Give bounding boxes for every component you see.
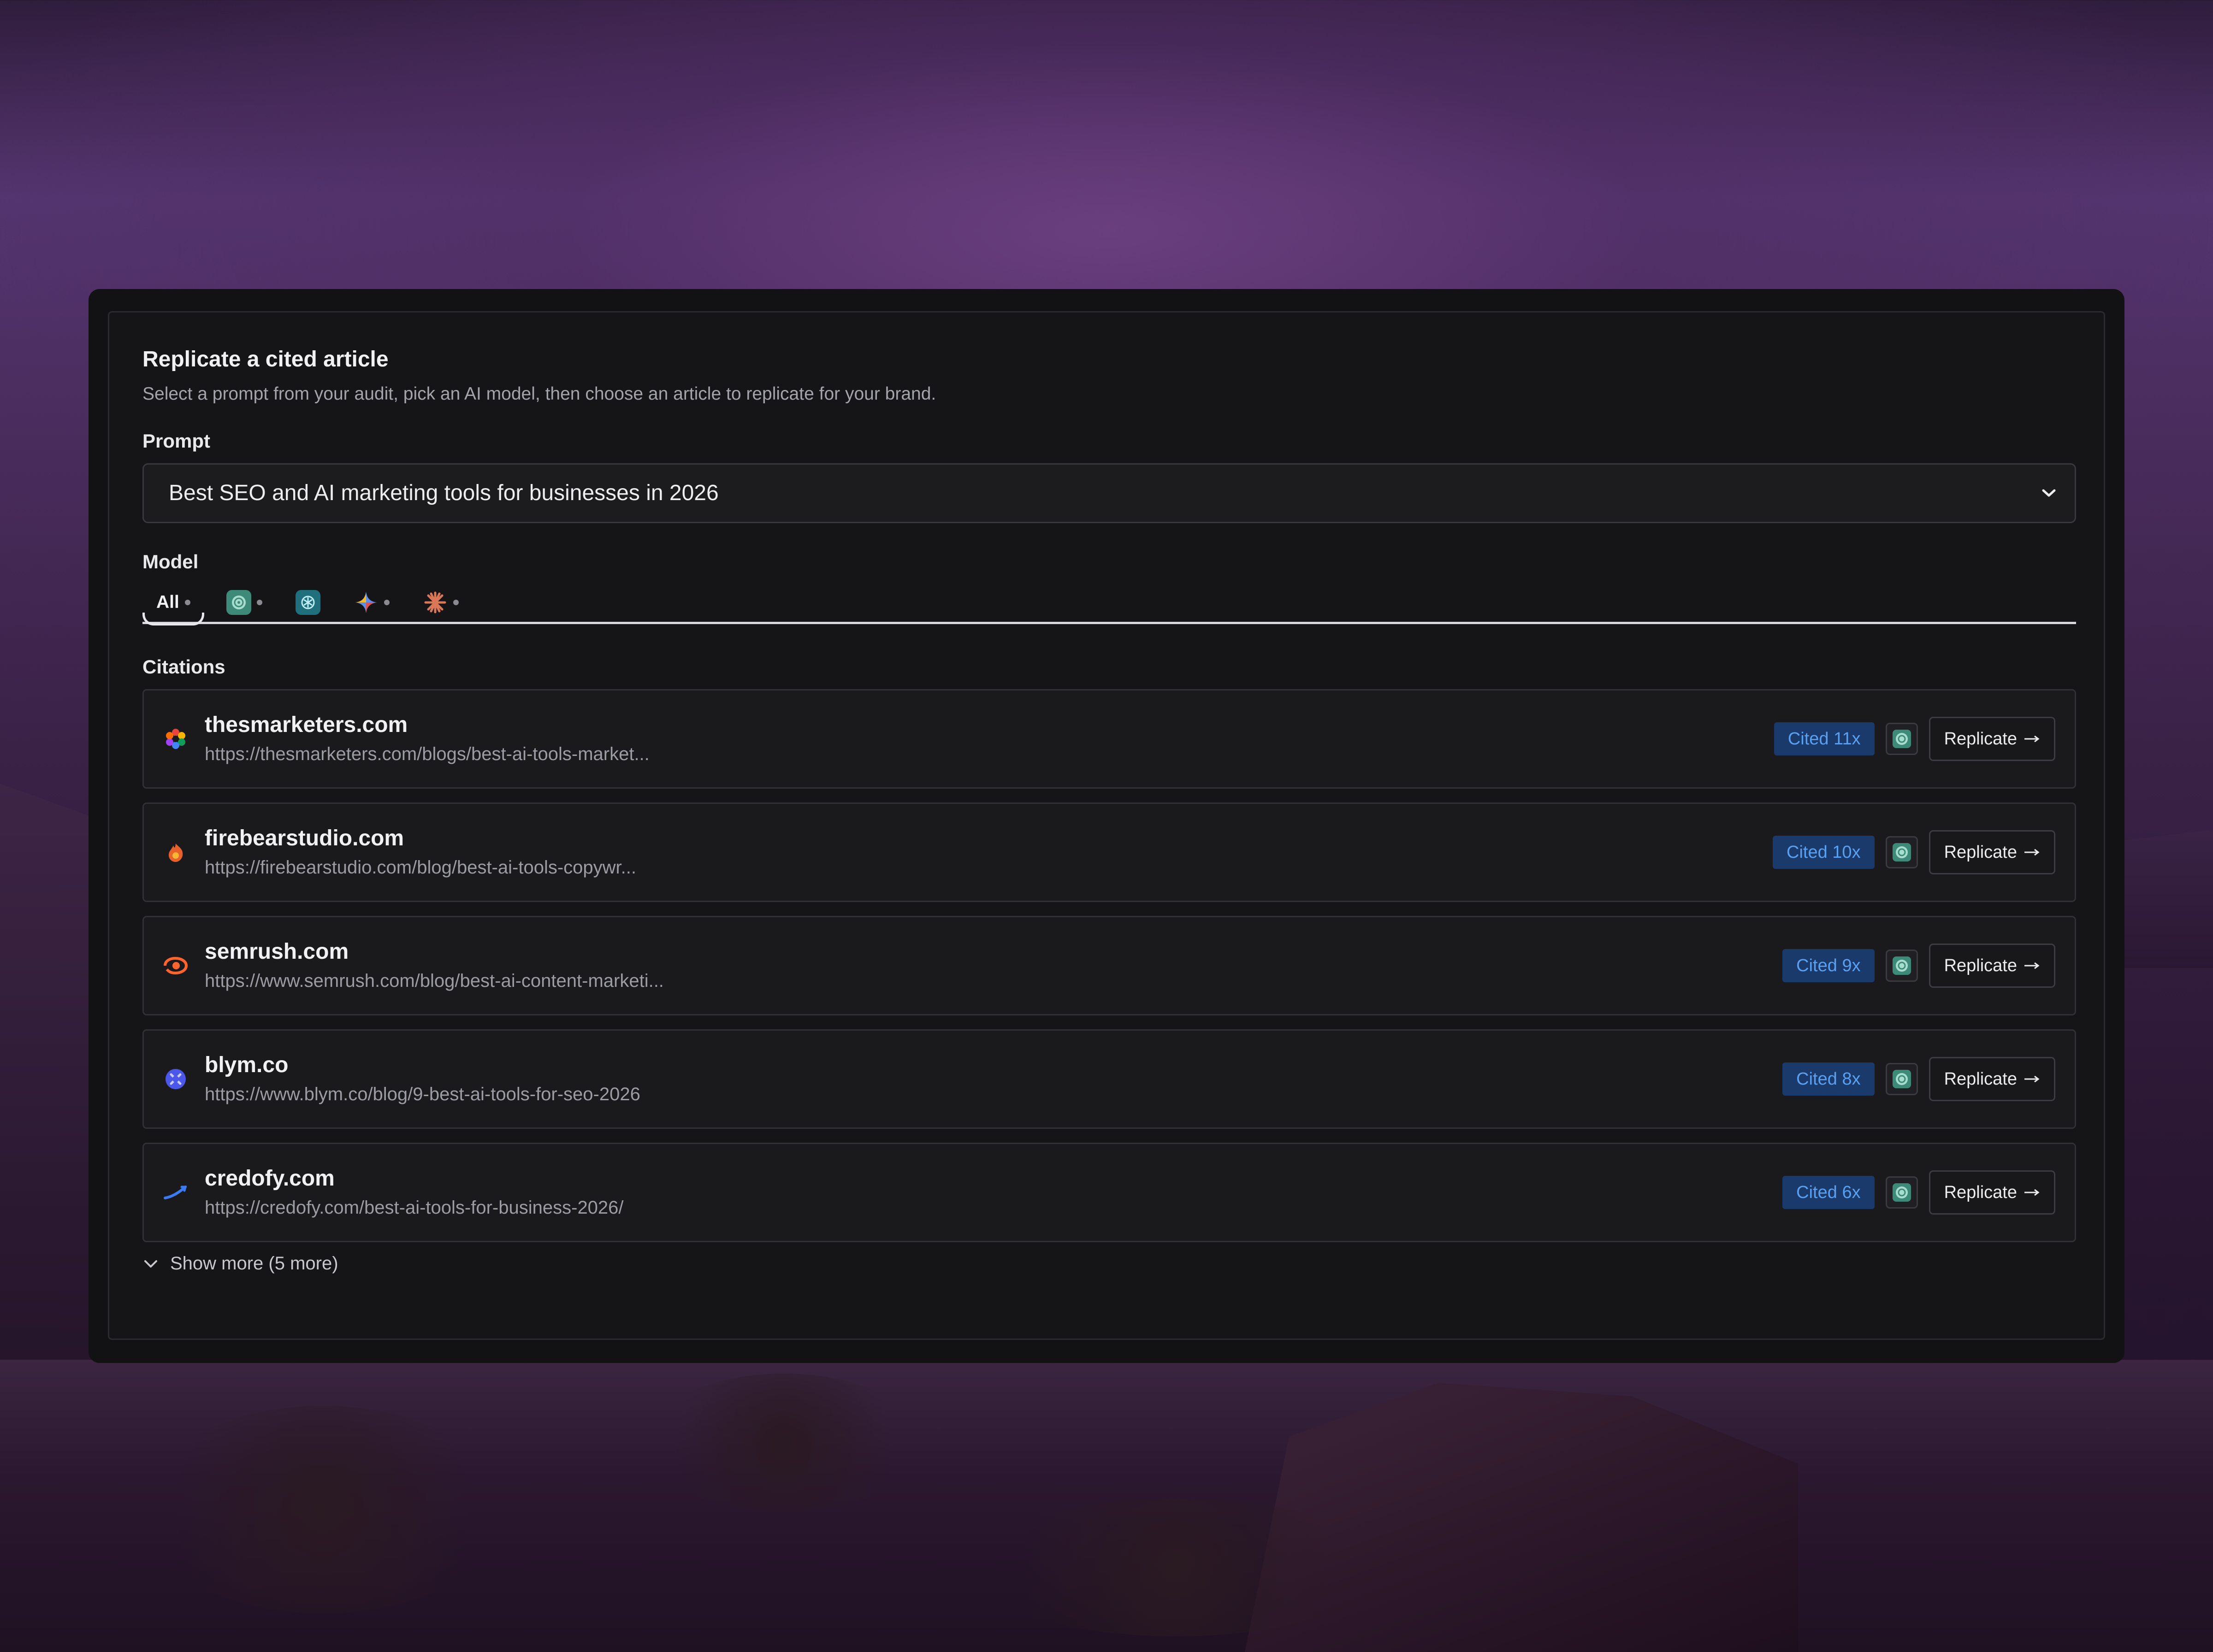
card-subtitle: Select a prompt from your audit, pick an… [142,384,936,404]
citations-list: thesmarketers.com https://thesmarketers.… [142,689,2076,1242]
cited-count-badge: Cited 9x [1782,949,1875,982]
chatgpt-icon [1885,723,1918,755]
replicate-button[interactable]: Replicate [1929,717,2055,761]
citation-row: firebearstudio.com https://firebearstudi… [142,802,2076,902]
citation-domain: credofy.com [205,1166,335,1191]
arrow-right-icon [2024,1075,2040,1083]
citation-row: blym.co https://www.blym.co/blog/9-best-… [142,1029,2076,1129]
citation-url[interactable]: https://firebearstudio.com/blog/best-ai-… [205,855,1773,880]
show-more-button[interactable]: Show more (5 more) [142,1253,2076,1274]
citation-domain: semrush.com [205,939,349,964]
model-tab-all[interactable]: All [142,582,204,625]
thesmarketers-icon [163,726,188,751]
replicate-button-label: Replicate [1944,1069,2017,1089]
blym-icon [163,1067,188,1092]
citation-domain: blym.co [205,1053,289,1077]
citation-text: thesmarketers.com https://thesmarketers.… [205,711,1774,767]
citation-url[interactable]: https://www.semrush.com/blog/best-ai-con… [205,968,1782,993]
citation-text: blym.co https://www.blym.co/blog/9-best-… [205,1051,1782,1107]
replicate-button[interactable]: Replicate [1929,830,2055,874]
chatgpt-icon [1885,836,1918,868]
chatgpt-icon [226,590,251,615]
model-tab-perplexity[interactable] [284,582,331,623]
prompt-select[interactable]: Best SEO and AI marketing tools for busi… [142,463,2076,523]
firebear-icon [163,840,188,865]
model-tab-all-label: All [156,592,179,612]
citation-url[interactable]: https://www.blym.co/blog/9-best-ai-tools… [205,1082,1782,1107]
model-label: Model [142,551,199,572]
claude-icon [423,590,448,615]
chevron-down-icon [2040,484,2058,502]
citation-url[interactable]: https://thesmarketers.com/blogs/best-ai-… [205,742,1774,767]
arrow-right-icon [2024,1189,2040,1196]
replicate-panel: Replicate a cited article Select a promp… [89,289,2124,1363]
semrush-icon [163,953,188,978]
cited-count-badge: Cited 6x [1782,1176,1875,1209]
replicate-button-label: Replicate [1944,729,2017,749]
citation-row: semrush.com https://www.semrush.com/blog… [142,916,2076,1015]
replicate-button-label: Replicate [1944,956,2017,975]
card-title: Replicate a cited article [142,347,389,372]
chevron-down-icon [144,1260,157,1268]
replicate-button[interactable]: Replicate [1929,944,2055,988]
citations-label: Citations [142,656,225,678]
cited-count-badge: Cited 10x [1773,836,1875,869]
citation-text: semrush.com https://www.semrush.com/blog… [205,938,1782,993]
dot-icon [184,599,190,605]
gemini-icon [354,590,379,615]
citation-url[interactable]: https://credofy.com/best-ai-tools-for-bu… [205,1195,1782,1220]
cited-count-badge: Cited 11x [1774,722,1875,755]
chatgpt-icon [1885,950,1918,982]
chatgpt-icon [1885,1063,1918,1095]
perplexity-icon [295,590,320,615]
dot-icon [256,599,262,605]
replicate-button[interactable]: Replicate [1929,1057,2055,1101]
citation-domain: firebearstudio.com [205,826,404,850]
background-brush [968,1498,1383,1636]
citation-text: credofy.com https://credofy.com/best-ai-… [205,1165,1782,1220]
prompt-select-value: Best SEO and AI marketing tools for busi… [169,481,719,505]
citation-text: firebearstudio.com https://firebearstudi… [205,825,1773,880]
replicate-button[interactable]: Replicate [1929,1170,2055,1215]
arrow-right-icon [2024,962,2040,969]
credofy-icon [163,1180,188,1205]
model-tab-claude[interactable] [412,582,470,623]
citation-domain: thesmarketers.com [205,713,408,737]
active-tab-indicator [142,612,204,625]
replicate-button-label: Replicate [1944,1182,2017,1202]
model-tab-gemini[interactable] [343,582,401,623]
citation-row: credofy.com https://credofy.com/best-ai-… [142,1143,2076,1242]
citation-row: thesmarketers.com https://thesmarketers.… [142,689,2076,789]
model-tabs: All [142,582,2076,625]
replicate-card: Replicate a cited article Select a promp… [108,311,2105,1340]
show-more-label: Show more (5 more) [170,1253,338,1274]
dot-icon [384,599,390,605]
replicate-button-label: Replicate [1944,842,2017,862]
cited-count-badge: Cited 8x [1782,1062,1875,1096]
background-brush [138,1406,507,1613]
model-tab-chatgpt[interactable] [215,582,273,623]
background-brush [645,1374,922,1512]
prompt-label: Prompt [142,430,210,452]
arrow-right-icon [2024,735,2040,743]
dot-icon [453,599,459,605]
chatgpt-icon [1885,1176,1918,1209]
arrow-right-icon [2024,849,2040,856]
